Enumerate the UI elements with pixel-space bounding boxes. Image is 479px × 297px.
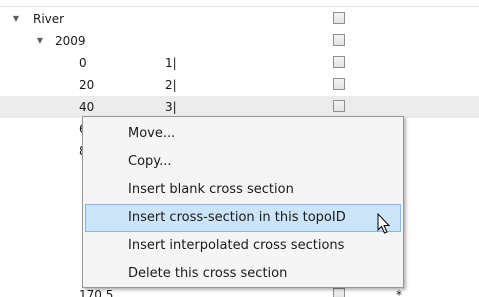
- chainage-cell: 0: [79, 56, 87, 70]
- row-checkbox[interactable]: [333, 100, 345, 112]
- row-checkbox[interactable]: [333, 78, 345, 90]
- id-cell: 3|: [165, 100, 177, 114]
- id-cell: 1|: [165, 56, 177, 70]
- node-label: 2009: [55, 34, 86, 48]
- table-row[interactable]: 20 2|: [0, 74, 479, 96]
- expand-arrow-icon[interactable]: ▼: [9, 8, 23, 30]
- menu-item-copy[interactable]: Copy...: [85, 148, 401, 176]
- row-checkbox[interactable]: [333, 56, 345, 68]
- chainage-cell: 40: [79, 100, 95, 114]
- mouse-pointer-icon: [377, 213, 391, 234]
- row-checkbox[interactable]: [333, 288, 345, 297]
- table-row[interactable]: 40 3|: [0, 96, 479, 118]
- menu-item-move[interactable]: Move...: [85, 120, 401, 148]
- menu-item-insert-in-topoid[interactable]: Insert cross-section in this topoID: [85, 204, 401, 232]
- chainage-cell: 20: [79, 78, 95, 92]
- tree-node-2009[interactable]: ▼ 2009: [0, 30, 479, 52]
- row-checkbox[interactable]: [333, 12, 345, 24]
- id-cell: 2|: [165, 78, 177, 92]
- expand-arrow-icon[interactable]: ▼: [33, 30, 47, 52]
- table-row[interactable]: 0 1|: [0, 52, 479, 74]
- menu-item-delete[interactable]: Delete this cross section: [85, 260, 401, 288]
- node-label: River: [33, 12, 65, 26]
- menu-item-insert-interpolated[interactable]: Insert interpolated cross sections: [85, 232, 401, 260]
- grid-top-border: [0, 6, 479, 7]
- tree-node-river[interactable]: ▼ River: [0, 8, 479, 30]
- row-checkbox[interactable]: [333, 34, 345, 46]
- context-menu: Move... Copy... Insert blank cross secti…: [82, 116, 404, 288]
- menu-item-insert-blank[interactable]: Insert blank cross section: [85, 176, 401, 204]
